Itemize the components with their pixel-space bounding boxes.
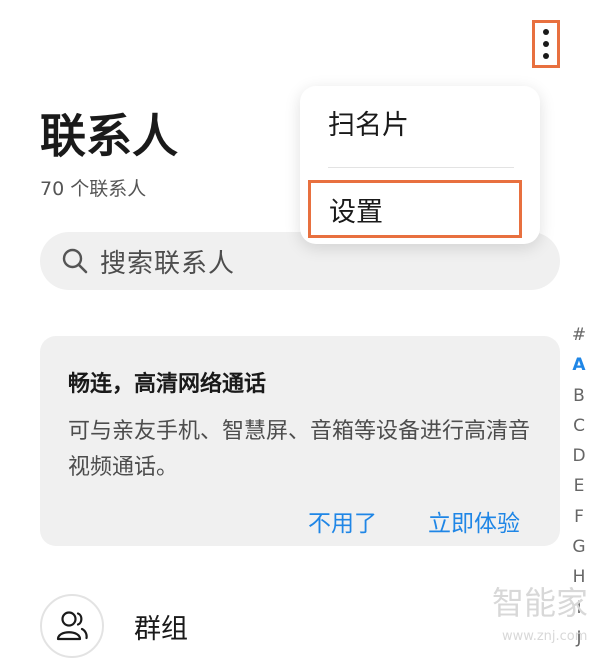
promo-description: 可与亲友手机、智慧屏、音箱等设备进行高清音视频通话。 xyxy=(68,419,531,480)
dismiss-button[interactable]: 不用了 xyxy=(308,504,377,538)
alphabet-letter[interactable]: E xyxy=(566,471,592,501)
menu-divider xyxy=(328,167,514,168)
more-options-button[interactable] xyxy=(532,20,560,68)
menu-item-settings-label: 设置 xyxy=(329,196,383,228)
overflow-menu: 扫名片 设置 xyxy=(300,86,540,244)
search-placeholder: 搜索联系人 xyxy=(100,248,236,279)
alphabet-letter[interactable]: I xyxy=(566,593,592,623)
alphabet-letter[interactable]: B xyxy=(566,381,592,411)
alphabet-letter[interactable]: G xyxy=(566,532,592,562)
alphabet-letter[interactable]: C xyxy=(566,411,592,441)
menu-item-settings[interactable]: 设置 xyxy=(308,180,522,238)
groups-label: 群组 xyxy=(134,613,188,645)
page-title: 联系人 xyxy=(40,109,178,163)
more-vertical-icon xyxy=(543,29,549,35)
alphabet-index[interactable]: # A B C D E F G H I J xyxy=(566,320,592,653)
promo-title: 畅连，高清网络通话 xyxy=(68,372,267,397)
alphabet-letter[interactable]: # xyxy=(566,320,592,350)
groups-row[interactable]: 群组 xyxy=(40,594,188,658)
hd-call-promo-card: 畅连，高清网络通话 可与亲友手机、智慧屏、音箱等设备进行高清音视频通话。 不用了… xyxy=(40,336,560,546)
contact-count: 70 个联系人 xyxy=(40,178,147,200)
menu-item-scan-card[interactable]: 扫名片 xyxy=(328,106,409,146)
try-now-button[interactable]: 立即体验 xyxy=(428,504,520,538)
alphabet-letter[interactable]: F xyxy=(566,502,592,532)
alphabet-letter[interactable]: A xyxy=(566,350,592,380)
more-vertical-icon-dot xyxy=(543,53,549,59)
search-icon xyxy=(62,248,88,274)
alphabet-letter[interactable]: D xyxy=(566,441,592,471)
more-vertical-icon-dot xyxy=(543,41,549,47)
alphabet-letter[interactable]: J xyxy=(566,623,592,653)
alphabet-letter[interactable]: H xyxy=(566,562,592,592)
group-icon xyxy=(40,594,104,658)
